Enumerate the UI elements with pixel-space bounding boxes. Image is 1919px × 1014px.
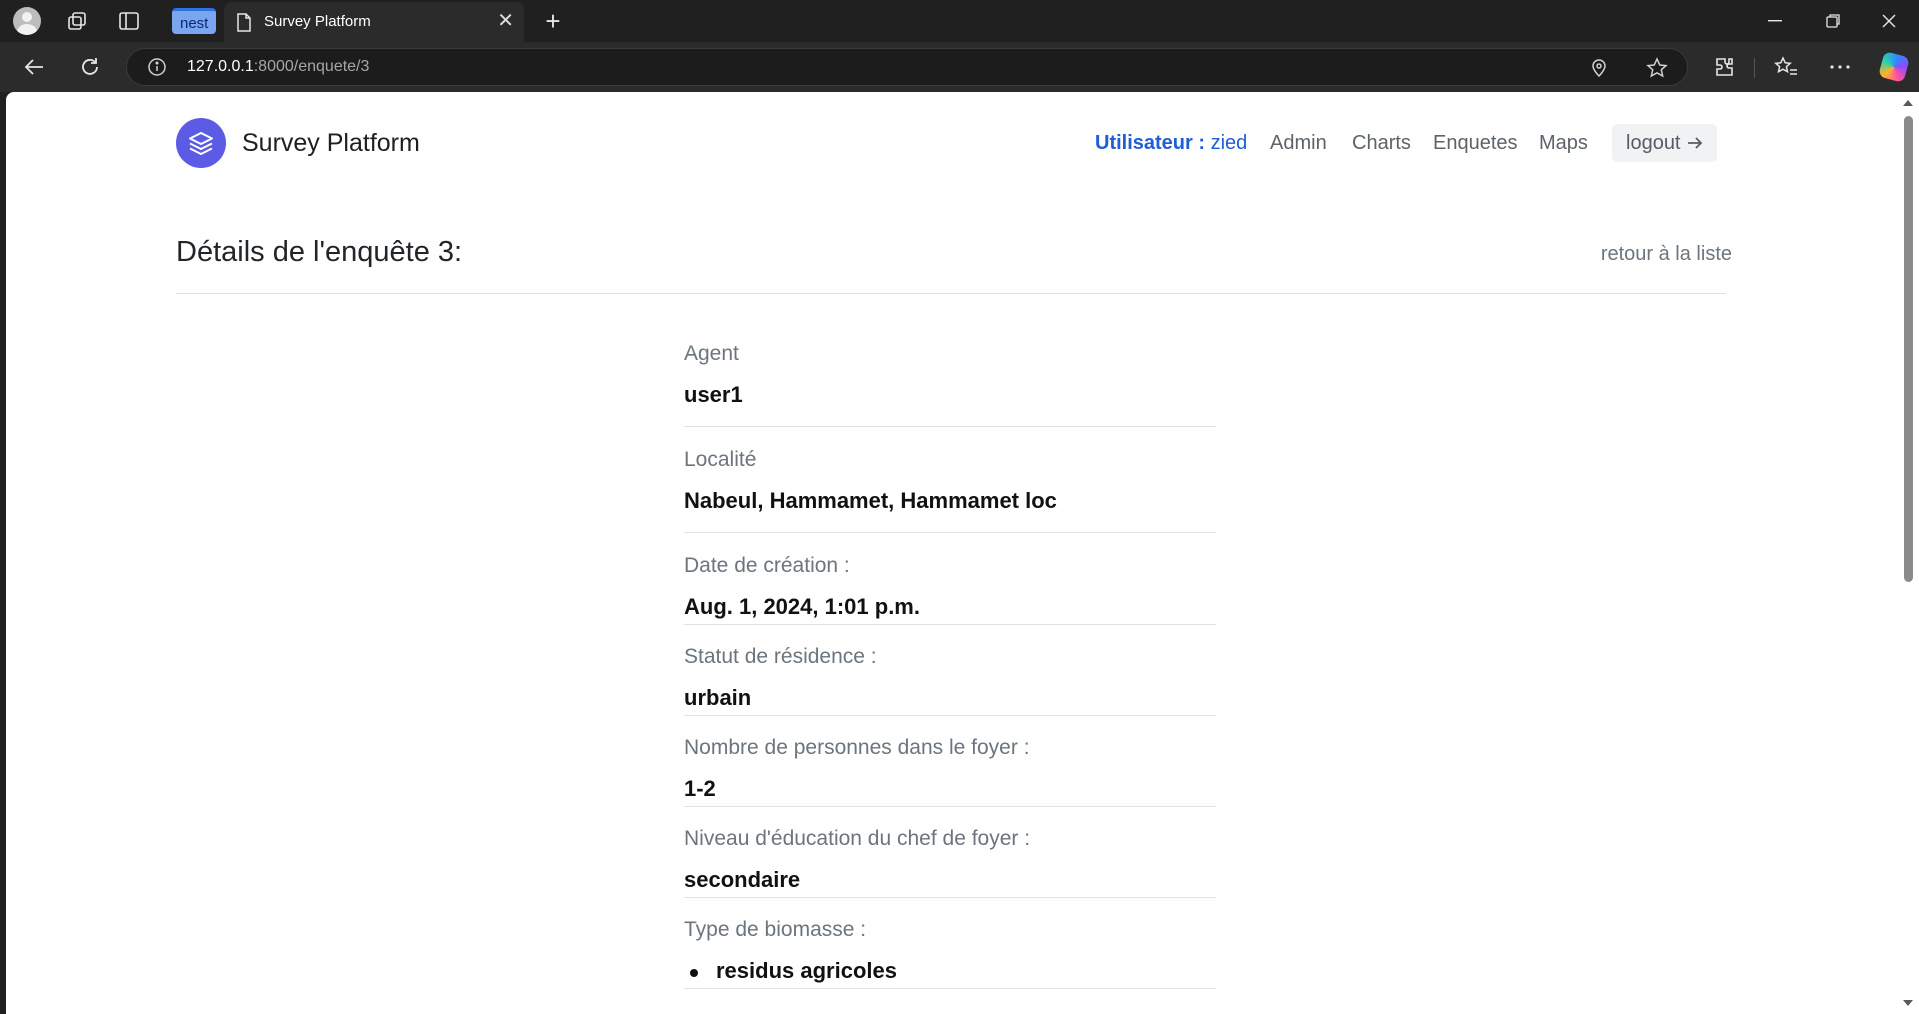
profile-avatar-icon[interactable] [12, 6, 42, 36]
detail-type-biomasse: Type de biomasse : residus agricoles [684, 918, 1216, 989]
logout-label: logout [1626, 132, 1681, 154]
scroll-down-arrow-icon[interactable] [1903, 1000, 1913, 1006]
detail-statut-residence: Statut de résidence : urbain [684, 645, 1216, 716]
detail-label: Localité [684, 448, 757, 471]
address-bar[interactable]: 127.0.0.1:8000/enquete/3 [126, 48, 1688, 86]
nav-link-charts[interactable]: Charts [1352, 132, 1411, 155]
location-pin-icon[interactable] [1587, 56, 1611, 80]
logout-button[interactable]: logout [1612, 124, 1717, 162]
more-options-icon[interactable] [1822, 50, 1858, 84]
detail-value: urbain [684, 685, 752, 710]
toolbar-separator [1754, 58, 1755, 78]
site-info-icon[interactable] [147, 57, 167, 82]
detail-agent: Agent user1 [684, 342, 1216, 427]
nav-link-enquetes[interactable]: Enquetes [1433, 132, 1518, 155]
current-user: Utilisateur : zied [1095, 132, 1248, 154]
detail-label: Nombre de personnes dans le foyer : [684, 736, 1030, 759]
copilot-icon[interactable] [1876, 50, 1912, 84]
list-bullet [690, 969, 698, 977]
detail-value: 1-2 [684, 776, 716, 801]
page-title: Détails de l'enquête 3: [176, 236, 463, 268]
close-tab-icon[interactable]: ✕ [497, 10, 514, 32]
detail-date-creation: Date de création : Aug. 1, 2024, 1:01 p.… [684, 554, 1216, 625]
tab-group-chip[interactable]: nest [172, 8, 217, 34]
url-text: 127.0.0.1:8000/enquete/3 [187, 58, 370, 75]
new-tab-icon[interactable]: + [538, 6, 568, 36]
detail-niveau-education: Niveau d'éducation du chef de foyer : se… [684, 827, 1216, 898]
back-to-list-link[interactable]: retour à la liste [1601, 243, 1732, 266]
minimize-icon[interactable] [1752, 6, 1798, 36]
extensions-icon[interactable] [1706, 50, 1742, 84]
detail-value: Aug. 1, 2024, 1:01 p.m. [684, 594, 920, 619]
page-scrollbar[interactable] [1898, 92, 1919, 1014]
detail-label: Date de création : [684, 554, 850, 577]
detail-localite: Localité Nabeul, Hammamet, Hammamet loc [684, 448, 1216, 533]
favorite-star-icon[interactable] [1645, 56, 1669, 80]
back-icon[interactable] [16, 50, 52, 84]
detail-label: Niveau d'éducation du chef de foyer : [684, 827, 1031, 850]
vertical-tabs-icon[interactable] [114, 6, 144, 36]
detail-label: Agent [684, 342, 739, 365]
scroll-thumb[interactable] [1904, 116, 1913, 582]
workspaces-icon[interactable] [62, 6, 92, 36]
title-divider [176, 293, 1726, 294]
page-icon [236, 13, 252, 37]
scroll-up-arrow-icon[interactable] [1903, 100, 1913, 106]
detail-value: secondaire [684, 867, 801, 892]
active-tab[interactable]: Survey Platform ✕ [224, 2, 524, 42]
reload-icon[interactable] [72, 50, 108, 84]
top-navigation: Utilisateur : zied Admin Charts Enquetes… [6, 124, 1898, 162]
detail-nombre-personnes: Nombre de personnes dans le foyer : 1-2 [684, 736, 1216, 807]
detail-value: Nabeul, Hammamet, Hammamet loc [684, 488, 1057, 513]
restore-icon[interactable] [1810, 6, 1856, 36]
detail-value: user1 [684, 382, 743, 407]
detail-value: residus agricoles [716, 958, 897, 983]
nav-link-maps[interactable]: Maps [1539, 132, 1588, 155]
arrow-right-icon [1687, 137, 1702, 149]
nav-link-admin[interactable]: Admin [1270, 132, 1327, 155]
browser-tab-bar: nest Survey Platform ✕ + [0, 0, 1919, 42]
close-window-icon[interactable] [1866, 6, 1912, 36]
favorites-icon[interactable] [1768, 50, 1804, 84]
tab-title: Survey Platform [264, 13, 371, 30]
detail-label: Type de biomasse : [684, 918, 867, 941]
detail-label: Statut de résidence : [684, 645, 877, 668]
browser-toolbar: 127.0.0.1:8000/enquete/3 [0, 42, 1919, 92]
page-viewport: Survey Platform Utilisateur : zied Admin… [6, 92, 1898, 1014]
